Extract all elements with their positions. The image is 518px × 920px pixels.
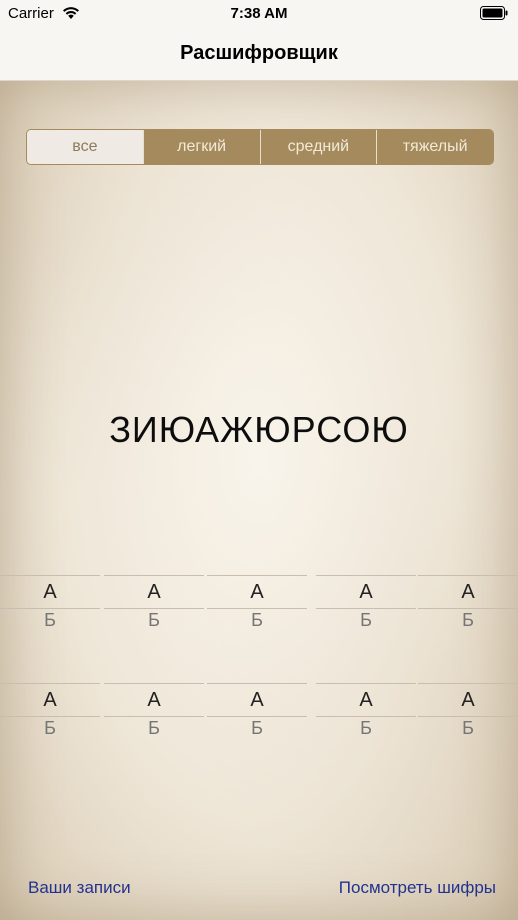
cell-divider	[0, 608, 100, 609]
segment-all[interactable]: все	[27, 130, 143, 164]
cell-divider	[0, 716, 100, 717]
cell-divider	[316, 716, 416, 717]
cell-divider	[0, 683, 100, 684]
cell-divider	[316, 608, 416, 609]
cell-cipher-letter: А	[359, 581, 373, 603]
letter-cell[interactable]: А	[207, 571, 307, 641]
view-ciphers-link[interactable]: Посмотреть шифры	[339, 878, 496, 898]
letter-cell[interactable]: А	[104, 571, 204, 641]
cell-guess-input[interactable]	[207, 610, 307, 631]
cell-divider	[104, 683, 204, 684]
letter-cell[interactable]: А	[316, 571, 416, 641]
cell-cipher-letter: А	[43, 689, 57, 711]
cell-cipher-letter: А	[147, 689, 161, 711]
cell-divider	[207, 683, 307, 684]
letter-row-1: А А А А А	[0, 571, 518, 641]
letter-cell[interactable]: А	[418, 571, 518, 641]
status-time: 7:38 AM	[230, 5, 288, 22]
cell-divider	[418, 575, 518, 576]
nav-title: Расшифровщик	[180, 42, 338, 64]
cell-guess-input[interactable]	[0, 718, 100, 739]
cell-cipher-letter: А	[250, 689, 264, 711]
main-content: все легкий средний тяжелый ЗИЮАЖЮРСОЮ А …	[0, 81, 518, 920]
cell-guess-input[interactable]	[316, 718, 416, 739]
cell-cipher-letter: А	[147, 581, 161, 603]
cell-divider	[104, 608, 204, 609]
cell-divider	[418, 716, 518, 717]
battery-icon	[480, 6, 508, 20]
cell-guess-input[interactable]	[104, 610, 204, 631]
cell-guess-input[interactable]	[316, 610, 416, 631]
segment-medium[interactable]: средний	[259, 130, 377, 164]
letter-cell[interactable]: А	[104, 679, 204, 749]
cell-guess-input[interactable]	[207, 718, 307, 739]
letter-cell[interactable]: А	[418, 679, 518, 749]
cell-divider	[104, 716, 204, 717]
cell-cipher-letter: А	[461, 581, 475, 603]
cell-divider	[207, 716, 307, 717]
status-bar: Carrier 7:38 AM	[0, 0, 518, 28]
cell-divider	[0, 575, 100, 576]
letter-cell[interactable]: А	[0, 679, 100, 749]
cell-divider	[207, 608, 307, 609]
cell-guess-input[interactable]	[0, 610, 100, 631]
letter-cell[interactable]: А	[207, 679, 307, 749]
cell-divider	[418, 683, 518, 684]
segment-hard[interactable]: тяжелый	[376, 130, 493, 164]
cell-cipher-letter: А	[43, 581, 57, 603]
cell-guess-input[interactable]	[104, 718, 204, 739]
letter-row-2: А А А А А	[0, 679, 518, 749]
cipher-text: ЗИЮАЖЮРСОЮ	[109, 409, 409, 450]
difficulty-segmented-control: все легкий средний тяжелый	[26, 129, 494, 165]
cell-cipher-letter: А	[359, 689, 373, 711]
cell-divider	[207, 575, 307, 576]
letter-cell[interactable]: А	[316, 679, 416, 749]
letter-cell[interactable]: А	[0, 571, 100, 641]
cell-guess-input[interactable]	[418, 610, 518, 631]
cell-cipher-letter: А	[250, 581, 264, 603]
cell-divider	[418, 608, 518, 609]
your-records-link[interactable]: Ваши записи	[28, 878, 131, 898]
cell-divider	[316, 683, 416, 684]
cell-divider	[104, 575, 204, 576]
nav-bar: Расшифровщик	[0, 28, 518, 81]
cell-divider	[316, 575, 416, 576]
segment-easy[interactable]: легкий	[142, 130, 260, 164]
cell-cipher-letter: А	[461, 689, 475, 711]
cell-guess-input[interactable]	[418, 718, 518, 739]
